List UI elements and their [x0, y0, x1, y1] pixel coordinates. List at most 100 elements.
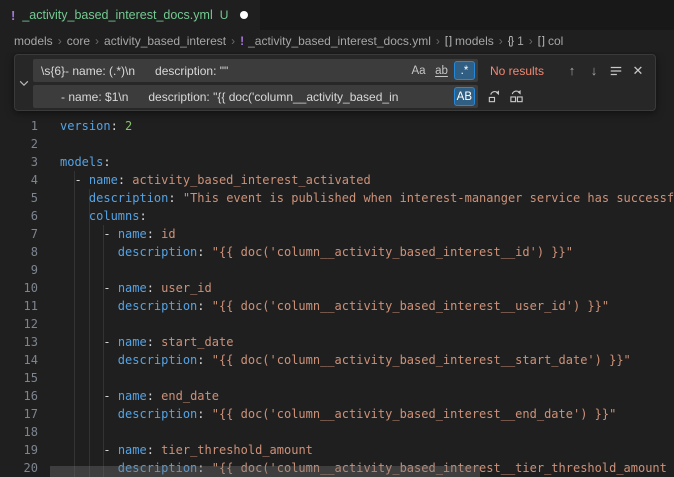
whole-word-toggle[interactable]: ab: [431, 61, 452, 80]
breadcrumb: models › core › activity_based_interest › !_ac…: [0, 30, 674, 52]
replace-icon: [487, 89, 502, 104]
breadcrumb-item[interactable]: [ ] models: [445, 34, 494, 48]
line-number: 15: [0, 369, 38, 387]
git-status-badge: U: [220, 8, 229, 22]
breadcrumb-separator-icon: ›: [58, 34, 62, 48]
code-line[interactable]: 7 - name: id: [0, 225, 674, 243]
line-number: 10: [0, 279, 38, 297]
preserve-case-toggle[interactable]: AB: [454, 87, 475, 106]
code-line[interactable]: 16 - name: end_date: [0, 387, 674, 405]
replace-value-text: - name: $1\n description: "{{ doc('colum…: [41, 90, 450, 104]
line-content: - name: start_date: [38, 333, 233, 351]
breadcrumb-item[interactable]: models: [14, 34, 53, 48]
code-line[interactable]: 12: [0, 315, 674, 333]
line-content: - name: activity_based_interest_activate…: [38, 171, 371, 189]
code-line[interactable]: 11 description: "{{ doc('column__activit…: [0, 297, 674, 315]
line-content: - name: tier_threshold_amount: [38, 441, 313, 459]
array-symbol-icon: [ ]: [538, 35, 544, 47]
breadcrumb-item[interactable]: {}1: [508, 34, 524, 48]
code-area[interactable]: 1version: 223models:4 - name: activity_b…: [0, 117, 674, 477]
line-number: 17: [0, 405, 38, 423]
code-line[interactable]: 2: [0, 135, 674, 153]
code-line[interactable]: 4 - name: activity_based_interest_activa…: [0, 171, 674, 189]
code-line[interactable]: 6 columns:: [0, 207, 674, 225]
line-number: 16: [0, 387, 38, 405]
line-number: 11: [0, 297, 38, 315]
line-content: version: 2: [38, 117, 132, 135]
find-in-selection-button[interactable]: [606, 61, 626, 81]
find-results-status: No results: [490, 64, 560, 78]
line-content: models:: [38, 153, 111, 171]
replace-input[interactable]: - name: $1\n description: "{{ doc('colum…: [33, 85, 478, 108]
replace-all-icon: [509, 89, 524, 104]
breadcrumb-item[interactable]: activity_based_interest: [104, 34, 226, 48]
line-content: columns:: [38, 207, 147, 225]
breadcrumb-label: core: [67, 34, 90, 48]
line-content: description: "{{ doc('column__activity_b…: [38, 405, 616, 423]
replace-row: - name: $1\n description: "{{ doc('colum…: [33, 85, 651, 108]
regex-toggle[interactable]: .*: [454, 61, 475, 80]
tab-active[interactable]: ! _activity_based_interest_docs.yml U: [0, 0, 260, 30]
yaml-icon: !: [11, 8, 15, 23]
tab-filename: _activity_based_interest_docs.yml: [22, 8, 212, 22]
breadcrumb-label: activity_based_interest: [104, 34, 226, 48]
replace-button[interactable]: [484, 87, 504, 107]
line-content: [38, 315, 60, 333]
tab-bar: ! _activity_based_interest_docs.yml U: [0, 0, 674, 30]
find-query-text: \s{6}- name: (.*)\n description: "": [41, 64, 404, 78]
code-line[interactable]: 1version: 2: [0, 117, 674, 135]
code-line[interactable]: 15: [0, 369, 674, 387]
array-symbol-icon: [ ]: [445, 35, 451, 47]
close-find-button[interactable]: ✕: [628, 61, 648, 81]
line-number: 5: [0, 189, 38, 207]
line-number: 13: [0, 333, 38, 351]
line-content: description: "{{ doc('column__activity_b…: [38, 351, 631, 369]
code-line[interactable]: 14 description: "{{ doc('column__activit…: [0, 351, 674, 369]
code-line[interactable]: 8 description: "{{ doc('column__activity…: [0, 243, 674, 261]
editor[interactable]: 1version: 223models:4 - name: activity_b…: [0, 52, 674, 477]
line-number: 2: [0, 135, 38, 153]
code-line[interactable]: 3models:: [0, 153, 674, 171]
code-line[interactable]: 10 - name: user_id: [0, 279, 674, 297]
breadcrumb-label: models: [455, 34, 494, 48]
line-number: 12: [0, 315, 38, 333]
replace-all-button[interactable]: [506, 87, 526, 107]
find-input[interactable]: \s{6}- name: (.*)\n description: "" Aa a…: [33, 59, 478, 82]
horizontal-scrollbar[interactable]: [50, 466, 480, 477]
match-case-toggle[interactable]: Aa: [408, 61, 429, 80]
chevron-down-icon: [18, 77, 30, 89]
line-number: 4: [0, 171, 38, 189]
breadcrumb-item[interactable]: core: [67, 34, 90, 48]
previous-match-button[interactable]: ↑: [562, 61, 582, 81]
line-content: - name: end_date: [38, 387, 219, 405]
breadcrumb-item[interactable]: !_activity_based_interest_docs.yml: [240, 34, 431, 48]
code-line[interactable]: 18: [0, 423, 674, 441]
breadcrumb-label: 1: [517, 34, 524, 48]
next-match-button[interactable]: ↓: [584, 61, 604, 81]
line-number: 6: [0, 207, 38, 225]
toggle-replace-button[interactable]: [15, 55, 33, 110]
breadcrumb-separator-icon: ›: [95, 34, 99, 48]
breadcrumb-item[interactable]: [ ] col: [538, 34, 564, 48]
find-row: \s{6}- name: (.*)\n description: "" Aa a…: [33, 59, 651, 82]
vscode-window: ! _activity_based_interest_docs.yml U mo…: [0, 0, 674, 477]
line-number: 18: [0, 423, 38, 441]
breadcrumb-separator-icon: ›: [231, 34, 235, 48]
breadcrumb-label: col: [548, 34, 563, 48]
code-line[interactable]: 17 description: "{{ doc('column__activit…: [0, 405, 674, 423]
line-content: [38, 261, 60, 279]
code-line[interactable]: 9: [0, 261, 674, 279]
breadcrumb-label: models: [14, 34, 53, 48]
breadcrumb-separator-icon: ›: [529, 34, 533, 48]
code-line[interactable]: 13 - name: start_date: [0, 333, 674, 351]
line-number: 14: [0, 351, 38, 369]
code-line[interactable]: 19 - name: tier_threshold_amount: [0, 441, 674, 459]
breadcrumb-separator-icon: ›: [499, 34, 503, 48]
modified-dot-icon[interactable]: [240, 11, 248, 19]
line-number: 8: [0, 243, 38, 261]
line-content: [38, 369, 60, 387]
code-line[interactable]: 5 description: "This event is published …: [0, 189, 674, 207]
line-content: description: "{{ doc('column__activity_b…: [38, 297, 609, 315]
line-content: [38, 423, 60, 441]
line-content: - name: user_id: [38, 279, 212, 297]
